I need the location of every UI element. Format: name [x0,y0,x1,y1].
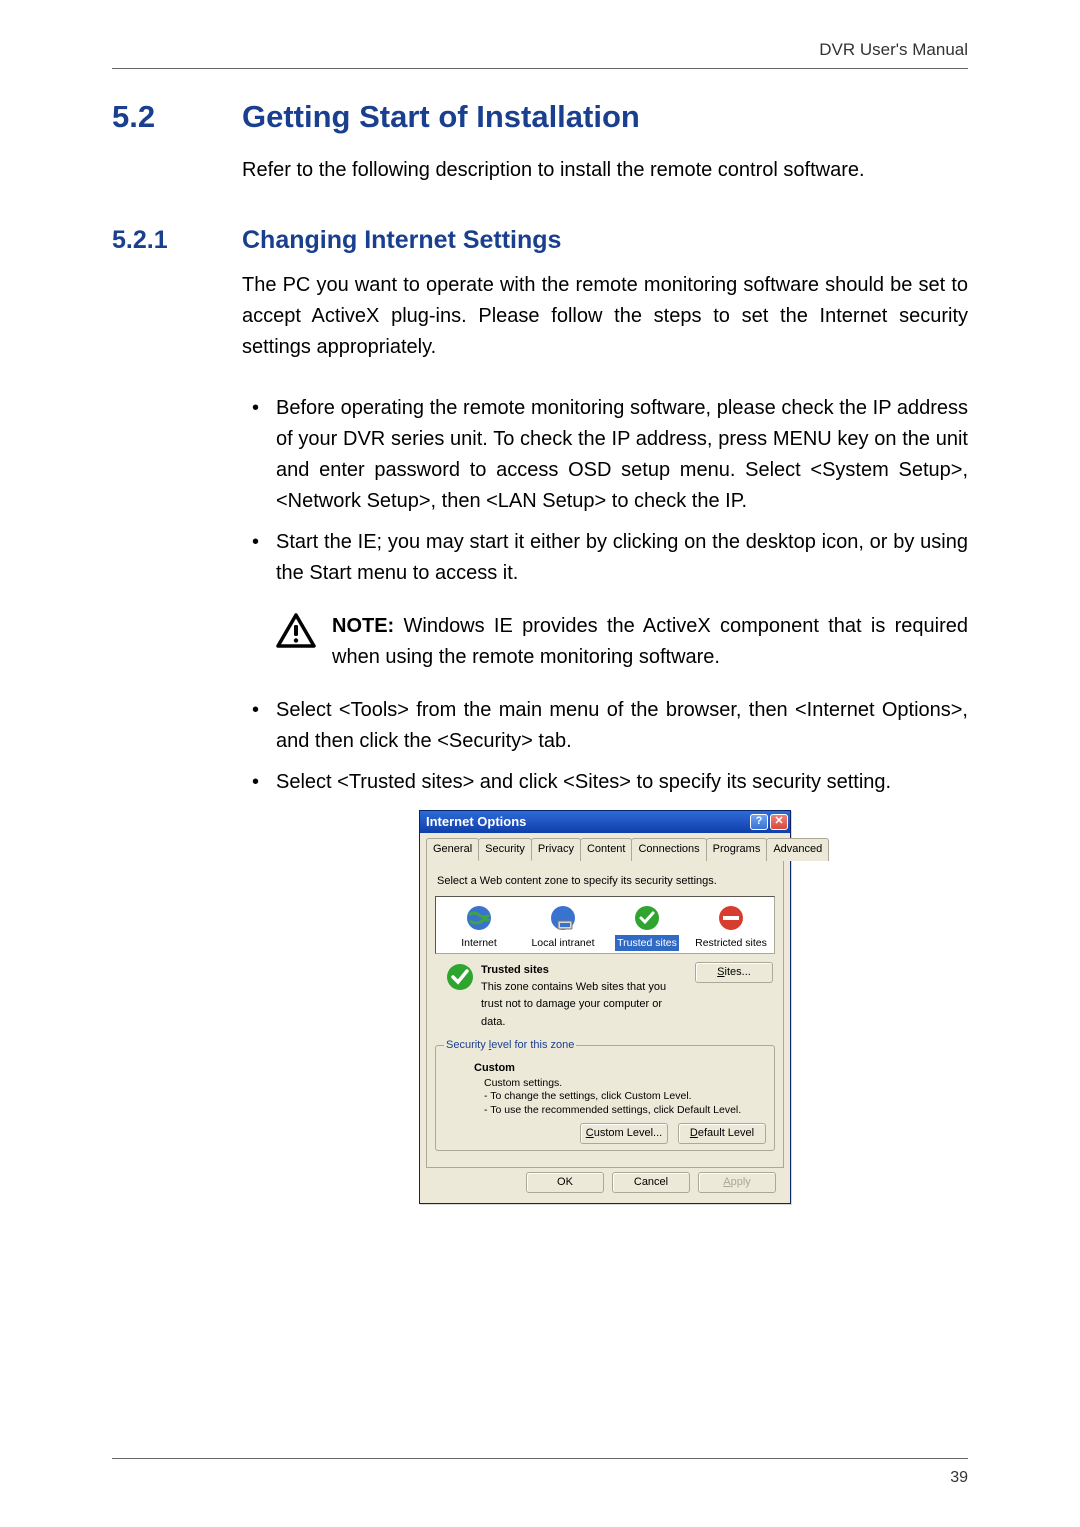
tab-connections[interactable]: Connections [631,838,706,861]
list-item: Start the IE; you may start it either by… [242,527,968,589]
section-intro: Refer to the following description to in… [242,155,968,186]
bullet-list-a: Before operating the remote monitoring s… [242,393,968,589]
security-level-desc: Custom settings. [484,1077,766,1091]
custom-level-button[interactable]: Custom Level... [580,1123,668,1144]
footer-rule [112,1458,968,1459]
default-level-button[interactable]: Default Level [678,1123,766,1144]
apply-button[interactable]: Apply [698,1172,776,1193]
page-number: 39 [112,1469,968,1487]
globe-icon [464,903,494,933]
subsection-title: Changing Internet Settings [242,226,561,255]
sites-button[interactable]: Sites... [695,962,773,983]
restricted-icon [716,903,746,933]
tab-programs[interactable]: Programs [706,838,768,861]
dialog-close-button[interactable]: ✕ [770,814,788,830]
sites-button-rest: ites... [725,966,751,978]
trusted-icon [632,903,662,933]
subsection-number: 5.2.1 [112,226,242,255]
section-number: 5.2 [112,99,242,135]
trusted-zone-title: Trusted sites [481,962,689,979]
tab-privacy[interactable]: Privacy [531,838,581,861]
zone-restricted-sites[interactable]: Restricted sites [690,901,772,951]
trusted-icon [445,962,475,992]
zone-label: Trusted sites [615,935,679,951]
security-level-name: Custom [474,1060,766,1077]
section-title: Getting Start of Installation [242,99,640,135]
list-item: Before operating the remote monitoring s… [242,393,968,517]
note-block: NOTE: Windows IE provides the ActiveX co… [276,611,968,673]
bullet-list-b: Select <Tools> from the main menu of the… [242,695,968,798]
zone-trusted-sites[interactable]: Trusted sites [606,901,688,951]
intranet-icon [548,903,578,933]
zone-label: Internet [438,935,520,951]
zone-local-intranet[interactable]: Local intranet [522,901,604,951]
header-doc-title: DVR User's Manual [112,40,968,60]
ok-button[interactable]: OK [526,1172,604,1193]
dialog-titlebar: Internet Options ? ✕ [420,811,790,833]
dialog-help-button[interactable]: ? [750,814,768,830]
subsection-heading: 5.2.1 Changing Internet Settings [112,226,968,255]
cancel-button[interactable]: Cancel [612,1172,690,1193]
zone-label: Local intranet [522,935,604,951]
zone-selector: Internet Local intranet [435,896,775,954]
note-label: NOTE: [332,615,394,637]
note-text: Windows IE provides the ActiveX componen… [332,615,968,668]
zone-label: Restricted sites [690,935,772,951]
tab-advanced[interactable]: Advanced [766,838,829,861]
subsection-intro: The PC you want to operate with the remo… [242,270,968,363]
section-heading: 5.2 Getting Start of Installation [112,99,968,135]
dialog-title-text: Internet Options [426,812,526,832]
security-level-group: Security level for this zone Custom Cust… [435,1037,775,1151]
header-rule [112,68,968,69]
dialog-tabrow: General Security Privacy Content Connect… [426,837,784,861]
tab-content[interactable]: Content [580,838,633,861]
zone-internet[interactable]: Internet [438,901,520,951]
zone-instruction: Select a Web content zone to specify its… [437,873,773,890]
security-level-desc: - To change the settings, click Custom L… [484,1090,766,1104]
list-item: Select <Tools> from the main menu of the… [242,695,968,757]
trusted-zone-desc: This zone contains Web sites that you tr… [481,979,689,1030]
warning-icon [276,613,316,649]
list-item: Select <Trusted sites> and click <Sites>… [242,767,968,798]
tab-security[interactable]: Security [478,838,532,861]
security-level-legend: Security level for this zone [444,1037,576,1054]
internet-options-dialog: Internet Options ? ✕ General Security Pr… [419,810,791,1204]
security-level-desc: - To use the recommended settings, click… [484,1104,766,1118]
tab-general[interactable]: General [426,838,479,861]
